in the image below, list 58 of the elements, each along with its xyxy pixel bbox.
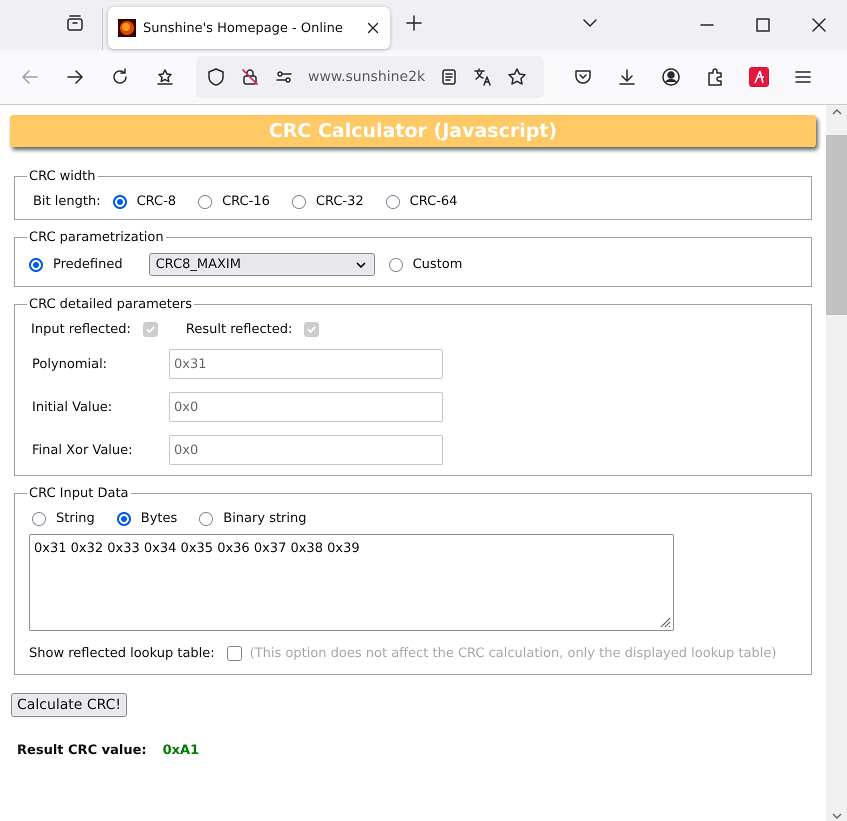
checkbox-label: Result reflected: — [186, 322, 292, 337]
checkmark-icon — [306, 324, 318, 335]
group-legend: CRC detailed parameters — [27, 297, 194, 312]
tab-overview-icon[interactable] — [65, 13, 85, 33]
field-label: Polynomial: — [32, 356, 108, 372]
radio-button[interactable] — [116, 512, 131, 526]
extension-icon[interactable] — [749, 67, 769, 87]
translate-icon[interactable] — [473, 67, 494, 87]
radio-label: Binary string — [223, 511, 307, 526]
radio-label: CRC-32 — [316, 194, 364, 209]
radio-label: String — [56, 511, 95, 526]
sun-icon — [118, 19, 136, 37]
calculate-button[interactable]: Calculate CRC! — [11, 693, 128, 717]
star-box-icon[interactable] — [155, 67, 175, 87]
radio-label: CRC-64 — [410, 194, 458, 209]
lock-crossed-icon[interactable] — [240, 67, 260, 87]
download-icon[interactable] — [617, 67, 637, 87]
account-icon[interactable] — [661, 67, 681, 87]
chevron-down-icon — [356, 262, 366, 268]
radio-button[interactable] — [112, 194, 127, 208]
checkmark-icon — [144, 324, 156, 335]
scroll-down-icon[interactable] — [832, 813, 842, 819]
radio-label: Predefined — [53, 257, 123, 272]
group-legend: CRC Input Data — [27, 486, 131, 501]
group-legend: CRC parametrization — [27, 230, 166, 245]
hint-text: (This option does not affect the CRC calculation, only the displayed lookup table) — [250, 645, 776, 663]
radio-button[interactable] — [199, 512, 214, 526]
field-label: Initial Value: — [32, 400, 114, 414]
address-bar[interactable]: www.sunshine2k — [196, 56, 544, 98]
browser-tab[interactable]: Sunshine's Homepage - Online — [108, 7, 390, 49]
checkbox-label: Input reflected: — [31, 322, 131, 337]
url-text: www.sunshine2k — [308, 69, 426, 85]
resize-grip-icon[interactable] — [659, 616, 671, 628]
radio-label: CRC-8 — [136, 194, 176, 209]
preset-dropdown[interactable]: CRC8_MAXIM — [148, 253, 375, 276]
shield-icon[interactable] — [206, 67, 226, 87]
radio-button[interactable] — [292, 194, 306, 208]
page-title: CRC Calculator (Javascript) — [10, 115, 816, 147]
radio-label: Custom — [412, 257, 462, 272]
radio-label: Bytes — [140, 511, 178, 526]
checkbox[interactable] — [226, 646, 242, 661]
radio-button[interactable] — [198, 194, 212, 208]
radio-button[interactable] — [32, 512, 46, 526]
radio-label: CRC-16 — [222, 194, 270, 209]
star-icon[interactable] — [507, 67, 528, 87]
result-label: Result CRC value: — [17, 743, 147, 758]
scroll-up-icon[interactable] — [832, 109, 842, 115]
data-textarea[interactable]: 0x31 0x32 0x33 0x34 0x35 0x36 0x37 0x38 0x39 — [29, 534, 674, 631]
field-label: Final Xor Value: — [32, 442, 134, 458]
group-legend: CRC width — [27, 169, 98, 184]
radio-button[interactable] — [386, 194, 400, 208]
radio-button[interactable] — [388, 258, 403, 272]
field-label: Bit length: — [33, 194, 101, 209]
scrollbar[interactable] — [826, 105, 847, 821]
result-value: 0xA1 — [162, 743, 200, 758]
checkbox-label: Show reflected lookup table: — [29, 645, 215, 663]
radio-button[interactable] — [29, 258, 43, 272]
new-tab-icon[interactable] — [404, 13, 424, 33]
